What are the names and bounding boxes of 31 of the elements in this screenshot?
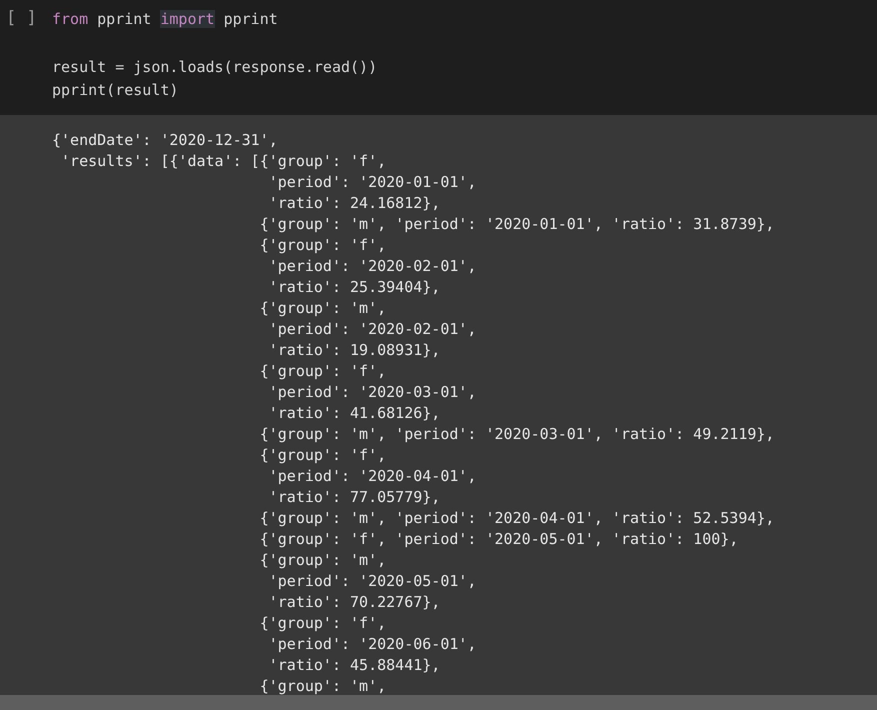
output-line: 'ratio': 41.68126}, xyxy=(268,403,440,424)
output-line: 'results': [{'data': [{'group': 'f', xyxy=(60,151,386,172)
output-line: 'ratio': 70.22767}, xyxy=(268,592,440,613)
output-line: 'period': '2020-03-01', xyxy=(268,382,476,403)
output-line: 'ratio': 45.88441}, xyxy=(268,655,440,676)
output-line: 'ratio': 25.39404}, xyxy=(268,277,440,298)
output-line: {'group': 'f', xyxy=(258,445,386,466)
output-line: 'period': '2020-05-01', xyxy=(268,571,476,592)
run-button[interactable]: [ ] xyxy=(6,8,37,28)
output-line: 'period': '2020-02-01', xyxy=(268,319,476,340)
output-line: {'group': 'f', xyxy=(258,235,386,256)
output-line: {'group': 'f', xyxy=(258,613,386,634)
output-line: {'group': 'm', 'period': '2020-01-01', 'ratio': 31.8739}, xyxy=(258,214,774,235)
output-line: 'ratio': 77.05779}, xyxy=(268,487,440,508)
output-line: 'period': '2020-04-01', xyxy=(268,466,476,487)
output-line: {'group': 'm', 'period': '2020-03-01', 'ratio': 49.2119}, xyxy=(258,424,774,445)
code-line: pprint(result) xyxy=(52,80,178,101)
output-line: 'period': '2020-02-01', xyxy=(268,256,476,277)
output-line: 'period': '2020-06-01', xyxy=(268,634,476,655)
output-line: 'ratio': 19.08931}, xyxy=(268,340,440,361)
output-line: {'group': 'f', xyxy=(258,361,386,382)
output-line: {'endDate': '2020-12-31', xyxy=(52,130,278,151)
output-line: {'group': 'm', xyxy=(258,298,386,319)
output-line: {'group': 'f', 'period': '2020-05-01', 'ratio': 100}, xyxy=(258,529,738,550)
code-line: result = json.loads(response.read()) xyxy=(52,57,378,78)
output-line: {'group': 'm', xyxy=(258,676,386,697)
output-line: {'group': 'm', 'period': '2020-04-01', 'ratio': 52.5394}, xyxy=(258,508,774,529)
code-line: from pprint import pprint xyxy=(52,9,278,30)
output-line: 'period': '2020-01-01', xyxy=(268,172,476,193)
output-line: 'ratio': 24.16812}, xyxy=(268,193,440,214)
output-line: {'group': 'm', xyxy=(258,550,386,571)
